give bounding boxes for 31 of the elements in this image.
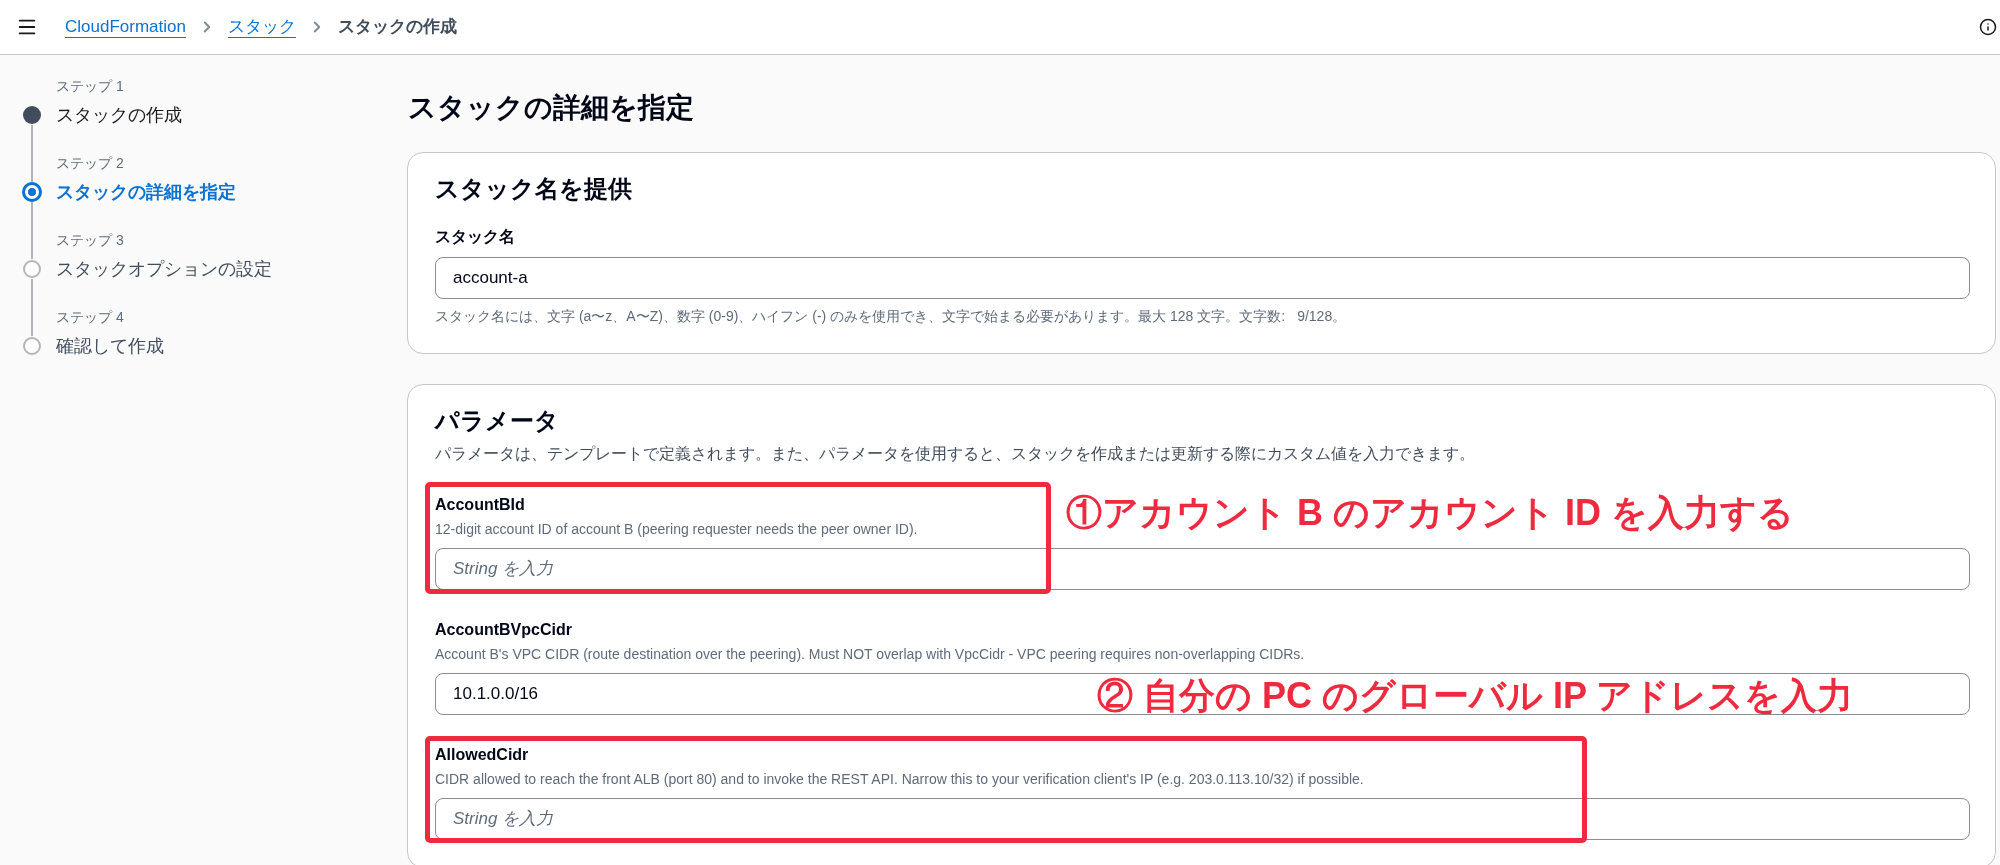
stack-name-input[interactable]: account-a — [435, 257, 1970, 299]
step-label: ステップ 1 — [56, 77, 124, 96]
annotation-text: ①アカウント B のアカウント ID を入力する — [1066, 494, 1794, 532]
section-title: パラメータ — [435, 406, 559, 436]
step-title[interactable]: スタックの作成 — [56, 101, 182, 129]
parameter-label: AllowedCidr — [435, 745, 529, 765]
parameter-label: AccountBId — [435, 495, 525, 515]
breadcrumb-current: スタックの作成 — [337, 16, 457, 38]
field-hint: スタック名には、文字 (a〜z、A〜Z)、数字 (0-9)、ハイフン (-) のみを使用でき、文字で始まる必要があります。最大 128 文字。 — [435, 307, 1240, 326]
step-label: ステップ 3 — [56, 231, 124, 250]
parameter-description: 12-digit account ID of account B (peering requester needs the peer owner ID). — [435, 520, 918, 539]
step-title[interactable]: スタックの詳細を指定 — [56, 178, 236, 206]
text-input[interactable]: String を入力 — [435, 548, 1970, 590]
step-label: ステップ 2 — [56, 154, 124, 173]
section-description: パラメータは、テンプレートで定義されます。また、パラメータを使用すると、スタックを作成または更新する際にカスタム値を入力できます。 — [435, 444, 1475, 464]
char-count-label: 文字数: — [1239, 307, 1286, 326]
breadcrumb-link[interactable]: スタック — [227, 15, 296, 39]
info-icon[interactable] — [1979, 18, 1997, 36]
text-input[interactable]: String を入力 — [435, 798, 1970, 840]
breadcrumb-link[interactable]: CloudFormation — [65, 15, 186, 39]
section-title: スタック名を提供 — [435, 174, 632, 204]
parameter-description: CIDR allowed to reach the front ALB (port 80) and to invoke the REST API. Narrow this to your verification client's IP (e.g. 203.0.113.10/32) if possible. — [435, 770, 1364, 789]
field-label: スタック名 — [435, 227, 515, 247]
step-title[interactable]: スタックオプションの設定 — [56, 255, 272, 283]
page-title: スタックの詳細を指定 — [407, 91, 694, 125]
parameter-label: AccountBVpcCidr — [435, 620, 572, 640]
step-label: ステップ 4 — [56, 308, 124, 327]
char-count-value: 9/128。 — [1297, 307, 1347, 326]
parameter-description: Account B's VPC CIDR (route destination over the peering). Must NOT overlap with VpcCidr - VPC peering requires non-overlapping CIDRs. — [435, 645, 1305, 664]
annotation-text: ② 自分の PC のグローバル IP アドレスを入力 — [1097, 677, 1854, 715]
step-title[interactable]: 確認して作成 — [56, 332, 164, 360]
